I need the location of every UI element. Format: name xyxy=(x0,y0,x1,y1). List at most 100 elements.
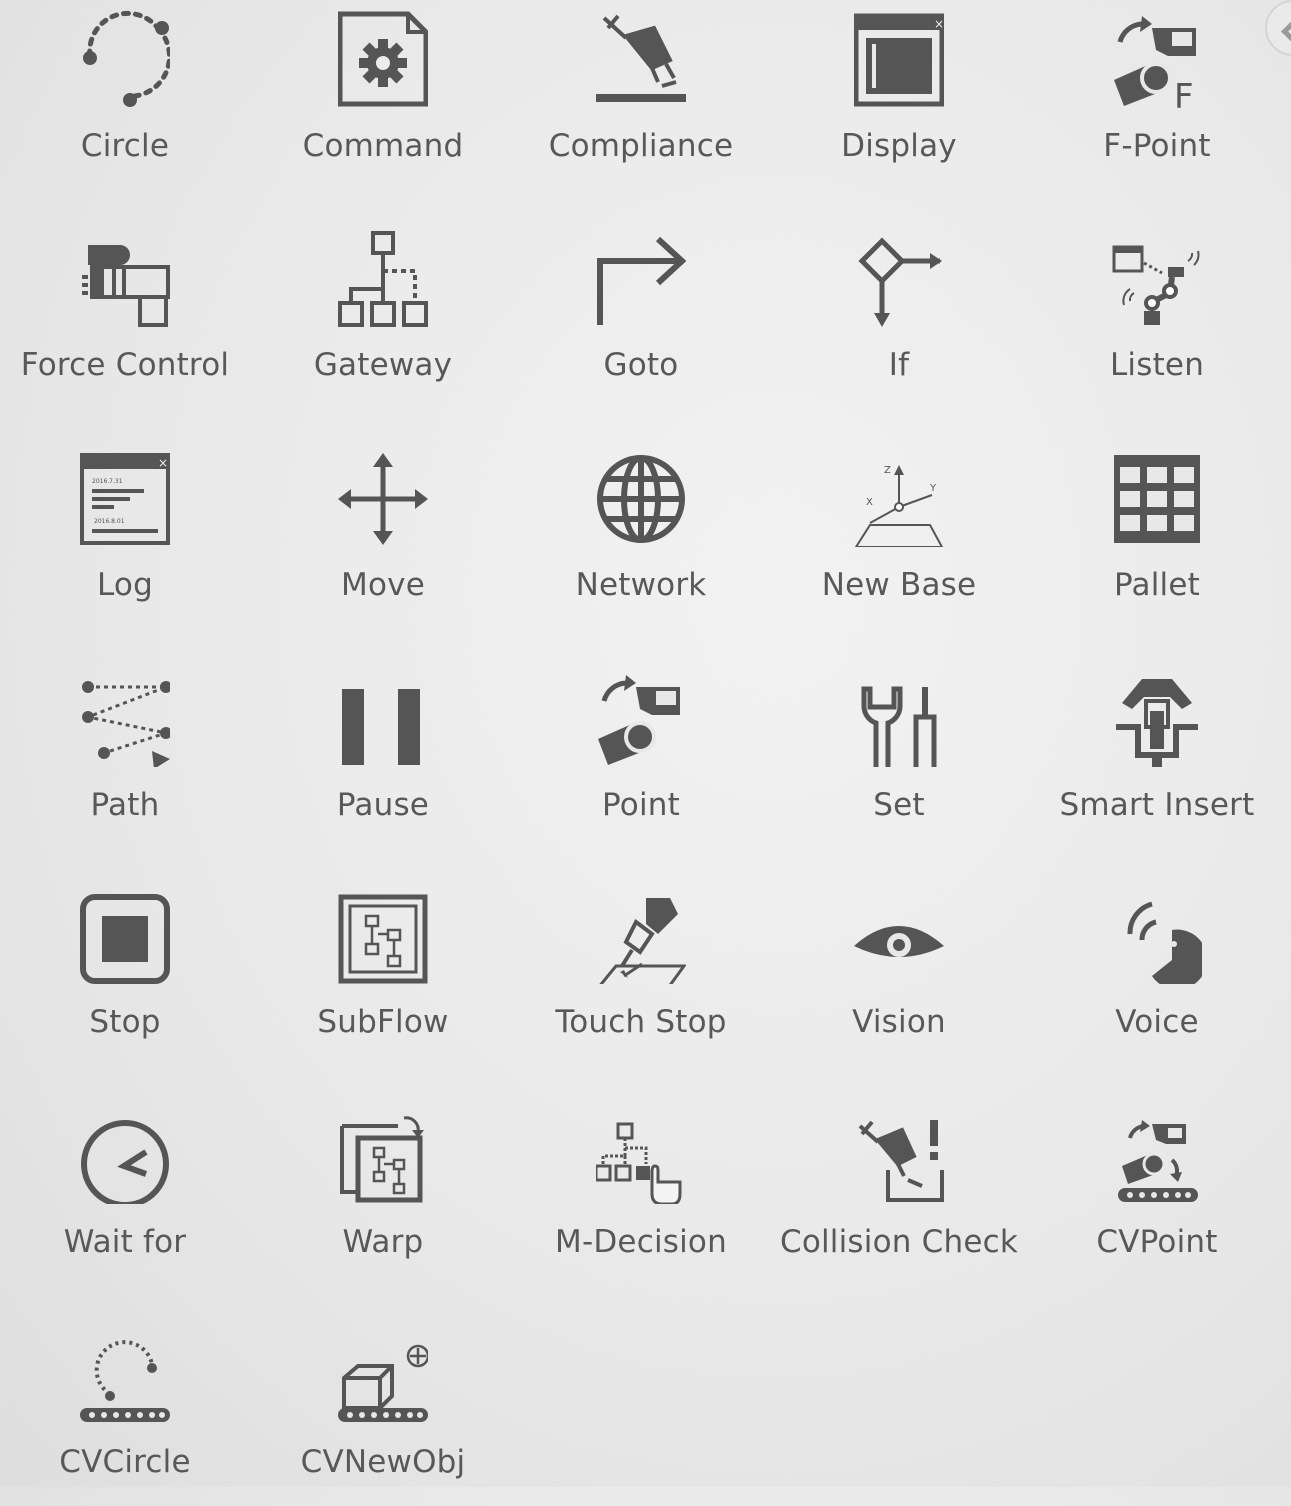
network-icon xyxy=(596,447,686,547)
listen-icon xyxy=(1112,227,1202,327)
node-label: Voice xyxy=(1115,1004,1199,1040)
node-touch-stop[interactable]: Touch Stop xyxy=(521,876,761,1066)
node-move[interactable]: Move xyxy=(263,439,503,629)
node-goto[interactable]: Goto xyxy=(521,219,761,409)
collision-check-icon xyxy=(854,1104,944,1204)
node-label: Vision xyxy=(852,1004,946,1040)
node-path[interactable]: Path xyxy=(5,659,245,849)
axis-z: Z xyxy=(884,465,891,476)
node-m-decision[interactable]: M-Decision xyxy=(521,1096,761,1286)
node-label: Stop xyxy=(89,1004,161,1040)
path-icon xyxy=(80,667,170,767)
node-label: Warp xyxy=(342,1224,424,1260)
cvnewobj-icon xyxy=(338,1324,428,1424)
cvpoint-icon xyxy=(1112,1104,1202,1204)
compliance-icon xyxy=(596,8,686,108)
node-label: Network xyxy=(575,567,707,603)
node-label: Compliance xyxy=(548,128,734,164)
node-label: Path xyxy=(90,787,160,823)
node-force-control[interactable]: Force Control xyxy=(5,219,245,409)
voice-icon xyxy=(1112,884,1202,984)
set-icon xyxy=(854,667,944,767)
node-label: Pause xyxy=(336,787,430,823)
move-icon xyxy=(338,447,428,547)
node-stop[interactable]: Stop xyxy=(5,876,245,1066)
axis-y: Y xyxy=(929,483,937,494)
node-label: Wait for xyxy=(63,1224,187,1260)
f-letter: F xyxy=(1174,77,1194,108)
if-icon xyxy=(854,227,944,327)
node-warp[interactable]: Warp xyxy=(263,1096,503,1286)
node-label: Collision Check xyxy=(779,1224,1019,1260)
node-cvnewobj[interactable]: CVNewObj xyxy=(263,1316,503,1506)
node-label: Goto xyxy=(603,347,679,383)
node-log[interactable]: × 2016.7.31 2016.8.01 Log xyxy=(5,439,245,629)
node-label: Log xyxy=(97,567,153,603)
node-subflow[interactable]: SubFlow xyxy=(263,876,503,1066)
node-label: F-Point xyxy=(1103,128,1211,164)
node-set[interactable]: Set xyxy=(779,659,1019,849)
svg-text:×: × xyxy=(158,456,168,470)
node-label: CVPoint xyxy=(1096,1224,1218,1260)
node-point[interactable]: Point xyxy=(521,659,761,849)
node-label: Pallet xyxy=(1114,567,1200,603)
node-label: Point xyxy=(602,787,680,823)
node-label: Set xyxy=(873,787,925,823)
circle-icon xyxy=(80,8,170,108)
node-label: If xyxy=(888,347,910,383)
subflow-icon xyxy=(338,884,428,984)
node-vision[interactable]: Vision xyxy=(779,876,1019,1066)
node-compliance[interactable]: Compliance xyxy=(521,0,761,190)
pallet-icon xyxy=(1112,447,1202,547)
node-cvpoint[interactable]: CVPoint xyxy=(1037,1096,1277,1286)
node-label: CVCircle xyxy=(59,1444,191,1480)
node-label: Move xyxy=(341,567,425,603)
node-new-base[interactable]: Z Y X New Base xyxy=(779,439,1019,629)
cvcircle-icon xyxy=(80,1324,170,1424)
node-collision-check[interactable]: Collision Check xyxy=(779,1096,1019,1286)
node-pause[interactable]: Pause xyxy=(263,659,503,849)
pause-icon xyxy=(338,667,428,767)
f-point-icon: F xyxy=(1112,8,1202,108)
node-network[interactable]: Network xyxy=(521,439,761,629)
log-date-1: 2016.7.31 xyxy=(92,478,123,485)
node-if[interactable]: If xyxy=(779,219,1019,409)
node-gateway[interactable]: Gateway xyxy=(263,219,503,409)
node-smart-insert[interactable]: Smart Insert xyxy=(1037,659,1277,849)
node-label: Gateway xyxy=(313,347,453,383)
log-date-2: 2016.8.01 xyxy=(94,518,125,525)
node-voice[interactable]: Voice xyxy=(1037,876,1277,1066)
goto-icon xyxy=(596,227,686,327)
node-label: Smart Insert xyxy=(1059,787,1255,823)
node-palette: Circle Command Compliance × Display F F-… xyxy=(0,0,1291,1487)
display-icon: × xyxy=(854,8,944,108)
point-icon xyxy=(596,667,686,767)
node-command[interactable]: Command xyxy=(263,0,503,190)
vision-icon xyxy=(854,884,944,984)
node-circle[interactable]: Circle xyxy=(5,0,245,190)
node-label: New Base xyxy=(821,567,977,603)
force-control-icon xyxy=(80,227,170,327)
node-pallet[interactable]: Pallet xyxy=(1037,439,1277,629)
node-f-point[interactable]: F F-Point xyxy=(1037,0,1277,190)
node-cvcircle[interactable]: CVCircle xyxy=(5,1316,245,1506)
gateway-icon xyxy=(338,227,428,327)
node-label: M-Decision xyxy=(555,1224,727,1260)
touch-stop-icon xyxy=(596,884,686,984)
node-label: Circle xyxy=(80,128,170,164)
m-decision-icon xyxy=(596,1104,686,1204)
svg-text:×: × xyxy=(934,17,944,31)
node-label: Display xyxy=(841,128,957,164)
node-listen[interactable]: Listen xyxy=(1037,219,1277,409)
axis-x: X xyxy=(866,497,873,508)
node-wait-for[interactable]: Wait for xyxy=(5,1096,245,1286)
node-label: Listen xyxy=(1109,347,1205,383)
node-label: CVNewObj xyxy=(300,1444,466,1480)
stop-icon xyxy=(80,884,170,984)
node-label: SubFlow xyxy=(317,1004,449,1040)
wait-for-icon xyxy=(80,1104,170,1204)
node-label: Force Control xyxy=(20,347,230,383)
node-display[interactable]: × Display xyxy=(779,0,1019,190)
command-icon xyxy=(338,8,428,108)
log-icon: × 2016.7.31 2016.8.01 xyxy=(80,447,170,547)
